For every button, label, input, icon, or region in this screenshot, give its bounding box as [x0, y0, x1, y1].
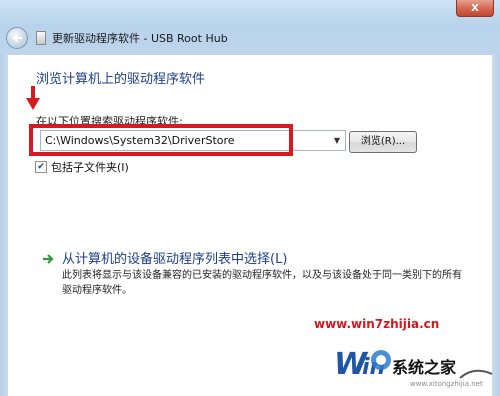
search-path-combobox[interactable]: C:\Windows\System32\DriverStore ▼ [40, 130, 346, 151]
include-subfolders-label: 包括子文件夹(I) [51, 161, 129, 174]
pick-from-list-title: 从计算机的设备驱动程序列表中选择(L) [62, 252, 288, 267]
update-driver-window: X 更新驱动程序软件 - USB Root Hub 浏览计算机上的驱动程序软件 … [0, 0, 500, 396]
close-button[interactable]: X [456, 0, 494, 17]
search-location-label: 在以下位置搜索驱动程序软件: [36, 115, 183, 128]
device-icon [36, 31, 46, 45]
pick-from-list-description: 此列表将显示与该设备兼容的已安装的驱动程序软件，以及与该设备处于同一类别下的所有… [62, 270, 462, 296]
back-arrow-icon[interactable] [6, 27, 28, 49]
page-heading: 浏览计算机上的驱动程序软件 [36, 72, 206, 87]
browse-button[interactable]: 浏览(R)... [349, 131, 417, 153]
watermark-logo-text: 系统之家 [392, 358, 457, 377]
pick-from-list-link[interactable]: 从计算机的设备驱动程序列表中选择(L) [42, 248, 287, 267]
window-border-left [0, 54, 8, 396]
red-down-arrow-icon [26, 86, 40, 110]
include-subfolders-checkbox[interactable]: ✔ [35, 161, 47, 173]
search-path-value: C:\Windows\System32\DriverStore [45, 134, 235, 147]
window-title: 更新驱动程序软件 - USB Root Hub [52, 32, 228, 45]
green-arrow-icon [43, 254, 54, 264]
dropdown-arrow-icon[interactable]: ▼ [331, 134, 343, 147]
watermark-url: www.win7zhijia.cn [314, 317, 440, 331]
title-bar: X 更新驱动程序软件 - USB Root Hub [0, 0, 500, 54]
watermark-small-url: www.xitongzhijia.net [410, 380, 483, 388]
include-subfolders-option[interactable]: ✔ 包括子文件夹(I) [35, 160, 129, 174]
